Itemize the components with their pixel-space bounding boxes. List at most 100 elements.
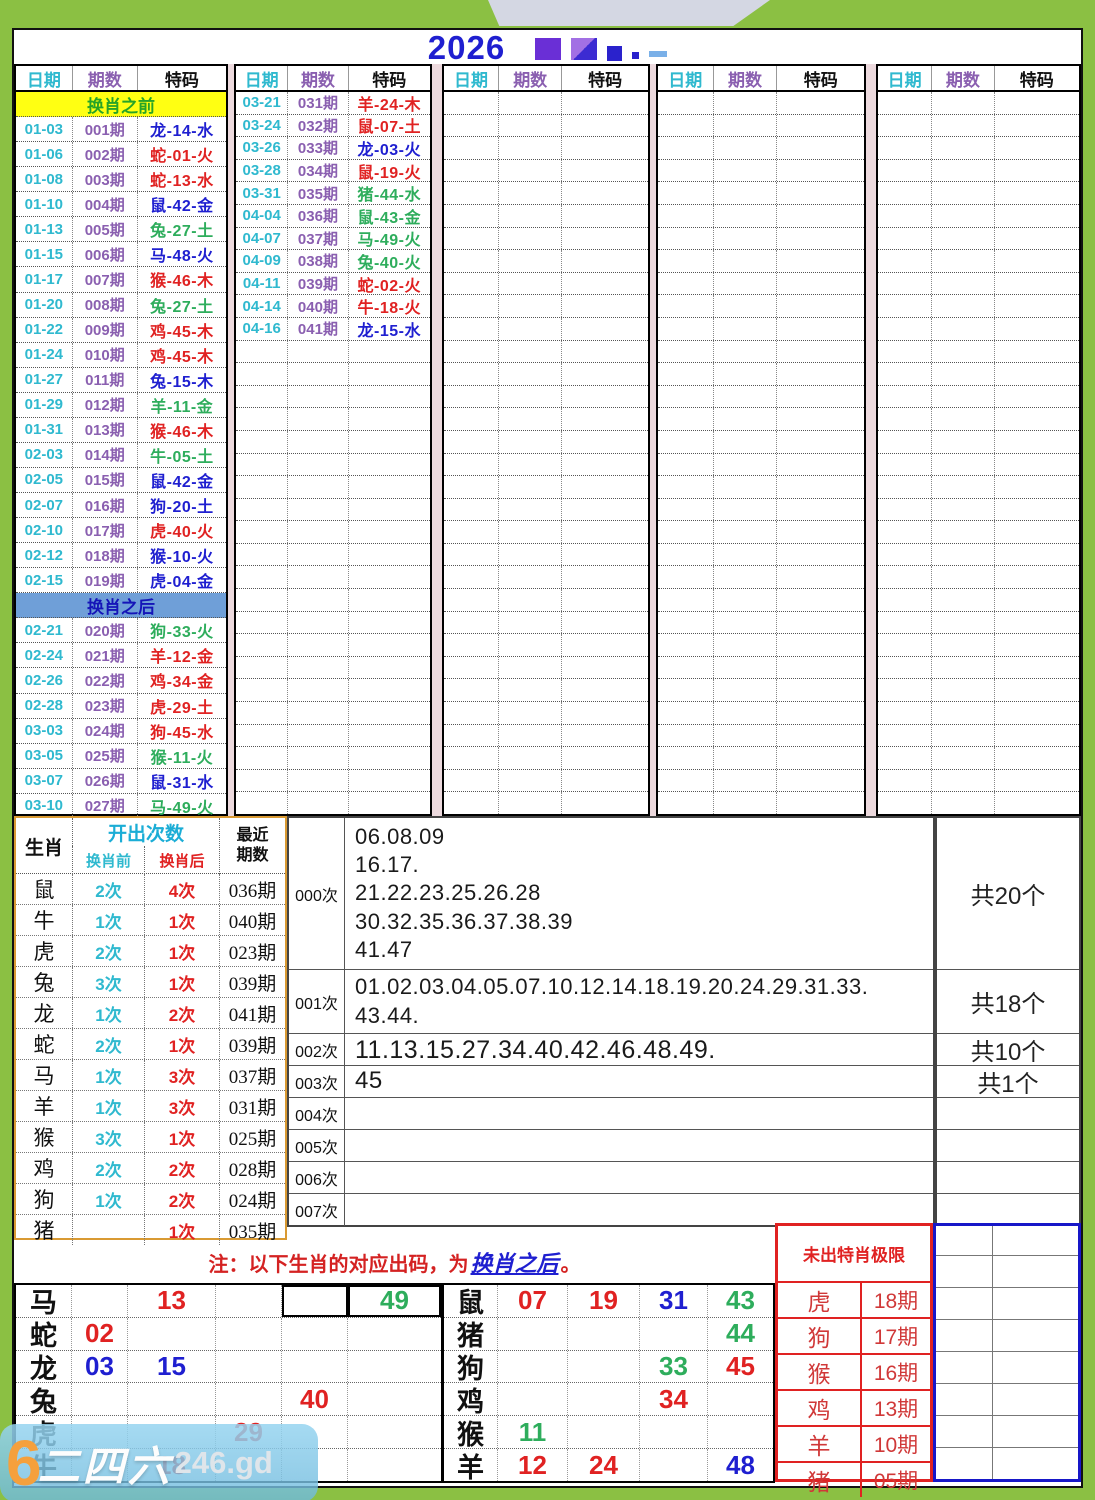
- draw-code: [562, 725, 648, 747]
- draw-period: [288, 747, 349, 769]
- draw-period: [714, 204, 778, 227]
- empty-row: [936, 1256, 1078, 1288]
- draw-period: [499, 521, 563, 543]
- draw-period: [714, 521, 778, 543]
- draw-code: [777, 454, 864, 476]
- draw-code: [777, 205, 864, 227]
- draw-period: 027期: [73, 793, 138, 818]
- draw-row: [878, 272, 1079, 296]
- bottom-row: 猴 11: [444, 1416, 773, 1450]
- draw-code: 兔-27-土: [150, 298, 214, 316]
- stats-header-zodiac: 生肖: [24, 837, 63, 859]
- draw-period: [932, 702, 995, 724]
- draw-row: [658, 250, 864, 273]
- draw-row: [658, 92, 864, 115]
- bottom-zodiac: 狗: [444, 1350, 498, 1384]
- draw-row: [236, 679, 430, 703]
- stats-row: 虎 2次 1次 023期: [16, 936, 285, 967]
- draw-date: [444, 747, 500, 769]
- draw-code: [777, 589, 864, 611]
- draw-code: [562, 634, 648, 656]
- draw-code: [995, 544, 1079, 566]
- draw-date: [658, 182, 714, 204]
- draw-row: 02-28 023期 虎-29-土: [16, 693, 226, 719]
- bottom-cell: [498, 1383, 568, 1416]
- stats-row: 狗 1次 2次 024期: [16, 1184, 285, 1215]
- draw-period: [714, 476, 778, 498]
- stats-before-count: 2次: [72, 1029, 144, 1059]
- stats-before-count: 1次: [72, 1091, 144, 1121]
- bottom-cell: [72, 1383, 128, 1416]
- draw-date: [236, 521, 289, 543]
- draw-date: [444, 137, 500, 159]
- draw-row: [444, 272, 648, 296]
- empty-cell: [936, 1384, 993, 1415]
- draw-code: 鸡-45-木: [150, 348, 214, 366]
- draw-period: 033期: [288, 137, 349, 159]
- empty-cell: [936, 1320, 993, 1351]
- bottom-cell: [348, 1449, 441, 1481]
- freq-numbers: [345, 1162, 933, 1193]
- freq-number-line: 21.22.23.25.26.28: [355, 880, 541, 906]
- draw-date: 01-31: [16, 417, 73, 442]
- draw-period: 002期: [73, 142, 138, 167]
- bottom-row: 蛇 02: [16, 1317, 441, 1351]
- draw-code: 鸡-34-金: [150, 674, 214, 692]
- draw-period: [714, 702, 778, 724]
- draw-period: [499, 634, 563, 656]
- draw-code: 兔-27-土: [150, 223, 214, 241]
- bottom-cell: 13: [128, 1285, 216, 1317]
- draw-period: [932, 498, 995, 521]
- draw-period: [932, 182, 995, 204]
- draw-period: [714, 340, 778, 363]
- draw-row: [658, 182, 864, 205]
- draw-date: [236, 430, 289, 453]
- draw-code: [995, 657, 1079, 679]
- draw-date: [658, 589, 714, 611]
- bottom-cell: [708, 1416, 773, 1448]
- separator: [866, 64, 876, 816]
- draw-date: [236, 589, 289, 611]
- draw-date: [658, 204, 714, 227]
- draw-period: [932, 724, 995, 747]
- freq-row: 007次: [289, 1194, 933, 1226]
- draw-period: [932, 385, 995, 408]
- stats-after-count: 1次: [144, 1215, 219, 1245]
- freq-label: 000次: [289, 818, 345, 969]
- draw-row: [878, 611, 1079, 635]
- col-header-date: 日期: [878, 66, 933, 90]
- draw-date: [878, 272, 933, 295]
- draw-row: 01-13 005期 兔-27-土: [16, 217, 226, 243]
- draw-row: [236, 656, 430, 680]
- bottom-cell: 48: [726, 1449, 755, 1480]
- draw-period: 003期: [73, 167, 138, 192]
- draw-row: 01-10 004期 鼠-42-金: [16, 192, 226, 218]
- draw-period: 013期: [73, 417, 138, 442]
- bottom-cell: [348, 1383, 441, 1415]
- draw-row: [444, 656, 648, 680]
- draw-row: [658, 430, 864, 454]
- draw-row: 04-07 037期 马-49-火: [236, 227, 430, 251]
- freq-label: 007次: [289, 1194, 345, 1226]
- draw-date: 02-26: [16, 668, 73, 693]
- freq-numbers: [345, 1194, 933, 1226]
- draw-code: [562, 408, 648, 430]
- stats-zodiac: 羊: [33, 1096, 55, 1119]
- draw-row: [236, 702, 430, 725]
- draw-period: [714, 453, 778, 476]
- draw-period: [932, 317, 995, 340]
- draw-code: [562, 566, 648, 588]
- draw-period: 023期: [73, 693, 138, 718]
- draw-date: 02-03: [16, 442, 73, 467]
- bottom-row: 猪 44: [444, 1317, 773, 1351]
- page: 2026 日期 期数 特码 换肖之前 01-03 001期 龙-14-水 01-06 00…: [0, 0, 1095, 1500]
- draw-period: [288, 408, 349, 430]
- draw-date: 01-08: [16, 167, 73, 192]
- draw-date: [444, 656, 500, 679]
- stats-zodiac: 蛇: [33, 1034, 55, 1057]
- draw-date: [444, 92, 500, 114]
- draw-row: [878, 453, 1079, 477]
- freq-label: 006次: [289, 1162, 345, 1193]
- note-suffix: 。: [560, 1253, 581, 1276]
- draw-row: [878, 363, 1079, 386]
